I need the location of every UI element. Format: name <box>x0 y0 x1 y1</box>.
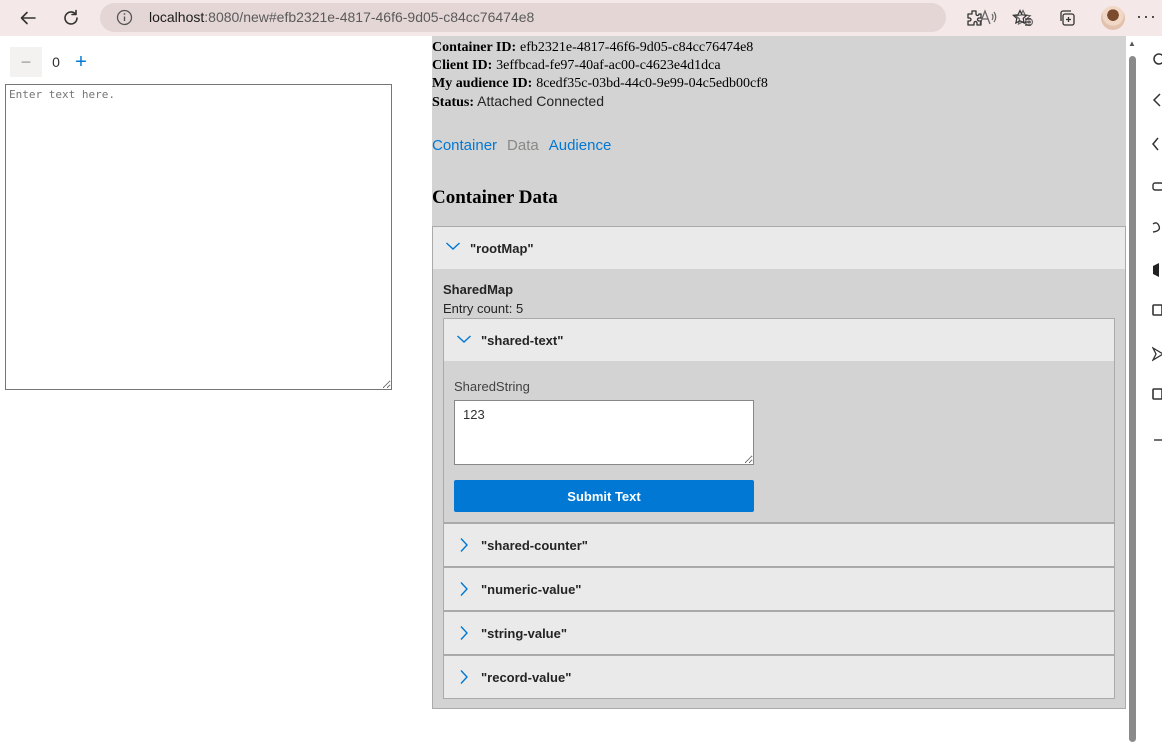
scroll-up-arrow-icon[interactable]: ▲ <box>1128 39 1136 48</box>
status-row: Status: Attached Connected <box>432 93 604 111</box>
root-map-key: "rootMap" <box>470 241 534 256</box>
client-id-label: Client ID: <box>432 58 493 73</box>
page-scrollbar[interactable]: ▲ <box>1126 36 1140 742</box>
shared-string-type-label: SharedString <box>454 379 530 394</box>
refresh-button[interactable] <box>57 4 85 32</box>
decrement-button[interactable]: − <box>10 47 42 77</box>
entry-shared-text: "shared-text" SharedString 123 Submit Te… <box>443 318 1115 523</box>
entry-header-string-value[interactable]: "string-value" <box>444 612 1114 654</box>
entry-key: "string-value" <box>481 626 568 641</box>
copilot-icon[interactable] <box>1152 220 1162 236</box>
tools-icon[interactable] <box>1152 136 1162 152</box>
entry-header-record-value[interactable]: "record-value" <box>444 656 1114 698</box>
refresh-icon <box>64 9 78 25</box>
extensions-icon[interactable] <box>962 6 986 30</box>
back-arrow-icon <box>20 11 36 25</box>
edge-sidebar <box>1145 36 1162 742</box>
more-options-icon[interactable]: ··· <box>1136 6 1157 27</box>
increment-button[interactable]: + <box>70 47 92 77</box>
container-id-row: Container ID: efb2321e-4817-46f6-9d05-c8… <box>432 38 753 56</box>
status-label: Status: <box>432 95 475 110</box>
counter-control: − 0 + <box>10 47 92 77</box>
app-icon[interactable] <box>1152 386 1162 402</box>
entry-header-shared-text[interactable]: "shared-text" <box>444 319 1114 361</box>
office-icon[interactable] <box>1152 262 1162 278</box>
container-id-label: Container ID: <box>432 40 517 55</box>
entry-numeric-value: "numeric-value" <box>443 567 1115 611</box>
chevron-right-icon <box>458 625 470 641</box>
shared-string-input[interactable]: 123 <box>454 400 754 465</box>
root-map-accordion: "rootMap" SharedMap Entry count: 5 "shar… <box>432 226 1126 709</box>
address-bar[interactable]: localhost:8080/new#efb2321e-4817-46f6-9d… <box>100 3 1034 32</box>
url-text[interactable]: localhost:8080/new#efb2321e-4817-46f6-9d… <box>149 9 534 25</box>
audience-id-label: My audience ID: <box>432 76 533 91</box>
shared-text-editor[interactable] <box>5 84 392 390</box>
counter-value: 0 <box>52 54 60 70</box>
entry-key: "numeric-value" <box>481 582 582 597</box>
client-id-row: Client ID: 3effbcad-fe97-40af-ac00-c4623… <box>432 56 721 74</box>
entry-key: "record-value" <box>481 670 572 685</box>
audience-id-row: My audience ID: 8cedf35c-03bd-44c0-9e99-… <box>432 74 768 92</box>
scrollbar-thumb[interactable] <box>1129 56 1136 742</box>
games-icon[interactable] <box>1152 178 1162 194</box>
entry-count: Entry count: 5 <box>443 301 524 316</box>
tab-audience[interactable]: Audience <box>549 137 612 154</box>
add-icon[interactable] <box>1152 432 1162 448</box>
entry-header-shared-counter[interactable]: "shared-counter" <box>444 524 1114 566</box>
profile-avatar[interactable] <box>1101 6 1125 30</box>
back-button[interactable] <box>14 4 42 32</box>
entry-key: "shared-counter" <box>481 538 588 553</box>
collections-icon[interactable] <box>1055 6 1079 30</box>
send-icon[interactable] <box>1152 346 1162 362</box>
client-id-value: 3effbcad-fe97-40af-ac00-c4623e4d1dca <box>496 58 721 73</box>
tab-data[interactable]: Data <box>507 137 539 154</box>
status-value: Attached Connected <box>477 93 605 109</box>
url-path: :8080/new#efb2321e-4817-46f6-9d05-c84cc7… <box>204 9 535 25</box>
chevron-right-icon <box>458 537 470 553</box>
entry-header-numeric-value[interactable]: "numeric-value" <box>444 568 1114 610</box>
container-id-value: efb2321e-4817-46f6-9d05-c84cc76474e8 <box>520 40 754 55</box>
entry-string-value: "string-value" <box>443 611 1115 655</box>
submit-text-button[interactable]: Submit Text <box>454 480 754 512</box>
chevron-right-icon <box>458 581 470 597</box>
entry-record-value: "record-value" <box>443 655 1115 699</box>
site-info-icon[interactable] <box>116 9 133 31</box>
entry-key: "shared-text" <box>481 333 564 348</box>
tab-container[interactable]: Container <box>432 137 497 154</box>
outlook-icon[interactable] <box>1152 302 1162 318</box>
favorites-icon[interactable] <box>1010 6 1034 30</box>
root-map-header[interactable]: "rootMap" <box>433 227 1125 269</box>
shopping-icon[interactable] <box>1152 92 1162 108</box>
chevron-down-icon <box>445 240 461 252</box>
search-icon[interactable] <box>1152 52 1162 68</box>
devtools-panel: Container ID: efb2321e-4817-46f6-9d05-c8… <box>432 36 1126 709</box>
audience-id-value: 8cedf35c-03bd-44c0-9e99-04c5edb00cf8 <box>536 76 768 91</box>
devtools-tabs: Container Data Audience <box>432 137 621 154</box>
url-host: localhost <box>149 9 205 25</box>
section-title: Container Data <box>432 187 558 208</box>
entry-shared-counter: "shared-counter" <box>443 523 1115 567</box>
chevron-down-icon <box>456 333 472 345</box>
browser-toolbar: localhost:8080/new#efb2321e-4817-46f6-9d… <box>0 0 1162 36</box>
chevron-right-icon <box>458 669 470 685</box>
map-type-label: SharedMap <box>443 282 514 297</box>
